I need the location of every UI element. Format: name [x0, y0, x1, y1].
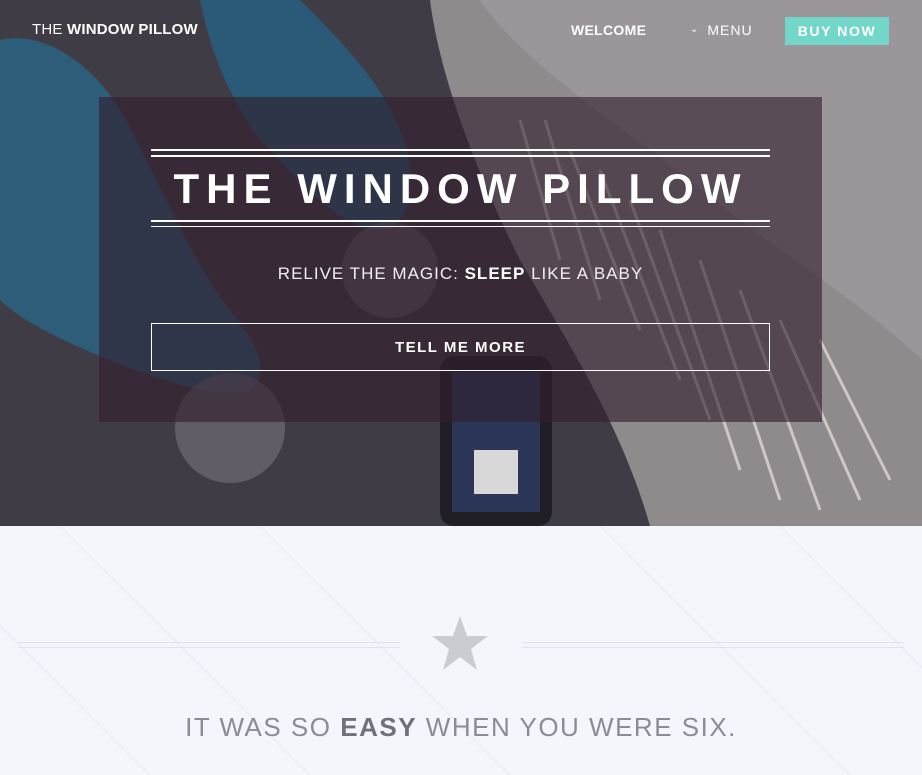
hero-tagline: RELIVE THE MAGIC: SLEEP LIKE A BABY [99, 264, 822, 284]
hero-title: THE WINDOW PILLOW [173, 165, 748, 212]
tagline-bold: SLEEP [464, 264, 526, 283]
tagline-suffix: LIKE A BABY [531, 264, 644, 283]
hero-card: THE WINDOW PILLOW RELIVE THE MAGIC: SLEE… [99, 97, 822, 422]
title-rule-bottom [151, 220, 770, 222]
section-heading-bold: EASY [340, 712, 418, 742]
section-heading: IT WAS SO EASY WHEN YOU WERE SIX. [0, 712, 922, 743]
brand-logo[interactable]: THE WINDOW PILLOW [32, 21, 198, 38]
divider-left [18, 642, 400, 648]
star-icon [432, 616, 488, 670]
nav-welcome-link[interactable]: WELCOME [571, 22, 646, 38]
hero-section: THE WINDOW PILLOW WELCOME ⌄ MENU BUY NOW… [0, 0, 922, 526]
title-rule-top [151, 149, 770, 151]
tagline-prefix: RELIVE THE MAGIC: [277, 264, 459, 283]
title-rule-bottom-thin [151, 226, 770, 227]
brand-name: WINDOW PILLOW [66, 21, 198, 38]
title-rule-top-thin [151, 155, 770, 157]
section-heading-prefix: IT WAS SO [185, 712, 332, 742]
section-heading-suffix: WHEN YOU WERE SIX. [425, 712, 737, 742]
menu-toggle[interactable]: ⌄ MENU [690, 22, 753, 38]
menu-label: MENU [707, 22, 753, 38]
tell-me-more-button[interactable]: TELL ME MORE [151, 323, 770, 371]
divider-right [522, 642, 904, 648]
buy-now-button[interactable]: BUY NOW [785, 17, 889, 45]
chevron-down-icon: ⌄ [690, 23, 700, 35]
top-nav: THE WINDOW PILLOW WELCOME ⌄ MENU BUY NOW [0, 0, 922, 60]
brand-prefix: THE [32, 21, 63, 38]
intro-section: IT WAS SO EASY WHEN YOU WERE SIX. [0, 526, 922, 775]
hero-title-box: THE WINDOW PILLOW [151, 149, 770, 227]
